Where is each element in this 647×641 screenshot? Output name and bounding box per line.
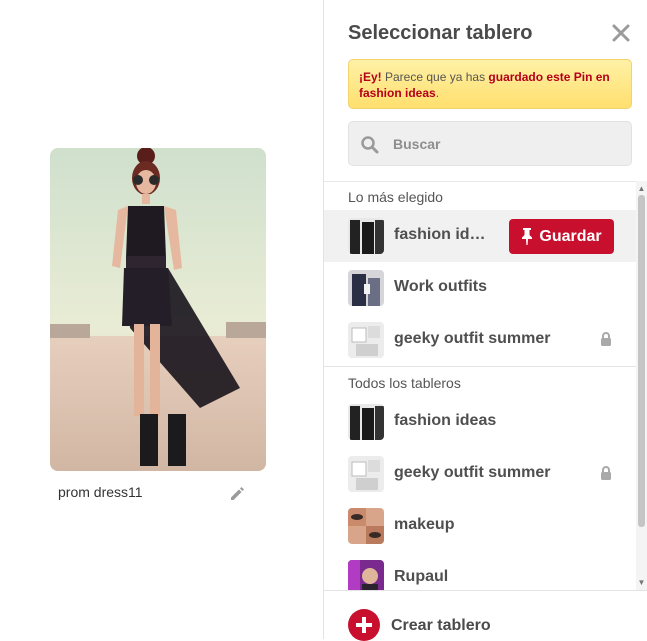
create-board-label: Crear tablero (391, 617, 491, 634)
notice-prefix: ¡Ey! (359, 70, 382, 84)
save-button[interactable]: Guardar (509, 219, 614, 254)
close-icon[interactable] (610, 22, 632, 44)
scroll-down-arrow-icon[interactable]: ▼ (636, 577, 647, 588)
save-button-label: Guardar (539, 227, 602, 245)
notice-suffix: . (435, 86, 440, 100)
board-thumbnail (348, 508, 384, 544)
board-row[interactable]: geeky outfit summer (324, 448, 647, 500)
board-thumbnail (348, 322, 384, 358)
panel-title: Seleccionar tablero (348, 22, 533, 44)
lock-icon (600, 332, 612, 346)
board-name: geeky outfit summer (394, 464, 551, 481)
board-picker-panel: Seleccionar tablero ¡Ey! Parece que ya h… (323, 0, 647, 641)
board-row[interactable]: Rupaul (324, 552, 647, 590)
board-list[interactable]: Lo más elegido fashion id… Guardar Work … (324, 181, 647, 590)
board-name: geeky outfit summer (394, 330, 551, 347)
pencil-icon[interactable] (228, 484, 246, 502)
scroll-up-arrow-icon[interactable]: ▲ (636, 183, 647, 194)
scrollbar-thumb[interactable] (638, 195, 645, 527)
list-scrollbar[interactable]: ▲ ▼ (636, 181, 647, 590)
board-thumbnail (348, 560, 384, 590)
pin-image (50, 148, 266, 471)
board-row[interactable]: geeky outfit summer (324, 314, 647, 366)
notice-text: Parece que ya has (381, 70, 489, 84)
plus-circle-icon (348, 609, 380, 641)
board-thumbnail (348, 404, 384, 440)
board-search[interactable] (348, 121, 632, 166)
pushpin-icon (522, 228, 533, 245)
board-thumbnail (348, 218, 384, 254)
pin-description: prom dress11 (58, 484, 143, 500)
create-board-button[interactable]: Crear tablero (324, 590, 647, 641)
board-row[interactable]: fashion id… Guardar (324, 210, 647, 262)
notice-highlight: guardado este Pin en (488, 70, 610, 84)
notice-board-link[interactable]: fashion ideas (359, 86, 436, 100)
board-name: Work outfits (394, 278, 488, 295)
section-all-boards: Todos los tableros (324, 366, 647, 396)
board-row[interactable]: fashion ideas (324, 396, 647, 448)
board-row[interactable]: makeup (324, 500, 647, 552)
board-name: fashion ideas (394, 412, 497, 429)
board-name: fashion id… (394, 226, 486, 243)
search-input[interactable] (393, 132, 613, 156)
already-saved-notice: ¡Ey! Parece que ya has guardado este Pin… (348, 59, 632, 109)
board-thumbnail (348, 270, 384, 306)
pin-preview: prom dress11 (0, 0, 323, 639)
board-name: Rupaul (394, 568, 449, 585)
section-top-choices: Lo más elegido (348, 189, 443, 205)
lock-icon (600, 466, 612, 480)
board-row[interactable]: Work outfits (324, 262, 647, 314)
board-thumbnail (348, 456, 384, 492)
board-name: makeup (394, 516, 455, 533)
search-icon (360, 135, 380, 155)
